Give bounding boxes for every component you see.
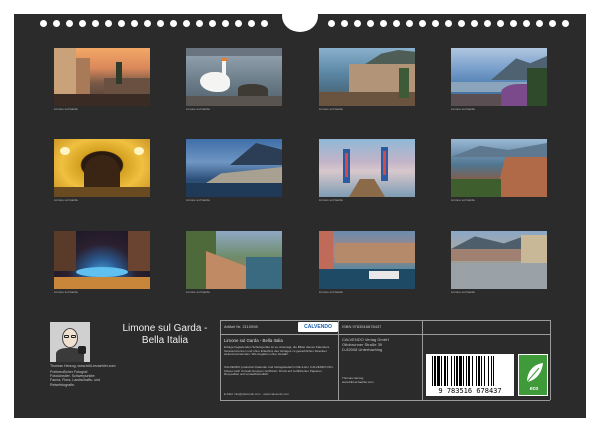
binding-hole bbox=[393, 20, 400, 27]
month-caption: Limone sul Garda bbox=[319, 290, 343, 294]
photographer-name-url: Thomas Herzog, www.bild-erzaehler.com bbox=[50, 364, 116, 368]
eco-badge: eco bbox=[518, 354, 548, 396]
spiral-binding bbox=[14, 0, 586, 32]
binding-hole bbox=[367, 20, 374, 27]
binding-hole bbox=[196, 20, 203, 27]
panel-top-border bbox=[220, 320, 550, 321]
month-thumbnail bbox=[319, 231, 415, 289]
panel-col-divider bbox=[422, 320, 423, 400]
binding-hole bbox=[510, 20, 517, 27]
binding-hole bbox=[523, 20, 530, 27]
binding-hole bbox=[484, 20, 491, 27]
binding-hole bbox=[354, 20, 361, 27]
binding-hole bbox=[222, 20, 229, 27]
month-caption: Limone sul Garda bbox=[451, 107, 475, 111]
barcode-number: 9 783516 678437 bbox=[438, 387, 502, 395]
binding-hole bbox=[419, 20, 426, 27]
binding-hole bbox=[118, 20, 125, 27]
month-thumbnail bbox=[451, 48, 547, 106]
binding-hole bbox=[92, 20, 99, 27]
month-thumbnail bbox=[54, 139, 150, 197]
panel-right-border bbox=[550, 320, 551, 400]
month-caption: Limone sul Garda bbox=[54, 290, 78, 294]
binding-hole bbox=[406, 20, 413, 27]
binding-hole bbox=[328, 20, 335, 27]
month-caption: Limone sul Garda bbox=[54, 198, 78, 202]
panel-bottom-border bbox=[220, 400, 550, 401]
month-caption: Limone sul Garda bbox=[451, 290, 475, 294]
panel-row-divider bbox=[220, 334, 550, 335]
binding-hole bbox=[562, 20, 569, 27]
binding-hole bbox=[157, 20, 164, 27]
binding-hole bbox=[40, 20, 47, 27]
binding-hole bbox=[144, 20, 151, 27]
binding-hole bbox=[471, 20, 478, 27]
publisher-city: D-82008 Unterhaching bbox=[342, 347, 383, 352]
binding-hole bbox=[105, 20, 112, 27]
month-thumbnail bbox=[451, 231, 547, 289]
month-thumbnail bbox=[186, 139, 282, 197]
binding-hole bbox=[549, 20, 556, 27]
binding-hole bbox=[53, 20, 60, 27]
barcode-bars bbox=[432, 356, 494, 386]
month-thumbnail bbox=[451, 139, 547, 197]
contact-email: E-Mail: info@calvendo.com · www.calvendo… bbox=[224, 392, 289, 396]
binding-hole bbox=[79, 20, 86, 27]
panel-title: Limone sul Garda - Bella Italia bbox=[224, 338, 283, 343]
binding-hole bbox=[66, 20, 73, 27]
photographer-bio: Freiberuflicher Fotograf. Fotokünstler. … bbox=[50, 370, 100, 387]
binding-hole bbox=[248, 20, 255, 27]
photographer-portrait bbox=[50, 322, 90, 362]
binding-hole bbox=[380, 20, 387, 27]
month-caption: Limone sul Garda bbox=[186, 198, 210, 202]
month-caption: Limone sul Garda bbox=[451, 198, 475, 202]
hanger-cutout bbox=[282, 0, 318, 32]
binding-hole bbox=[261, 20, 268, 27]
article-number: Artikel Nr. 2110098 bbox=[224, 324, 258, 329]
month-thumbnail bbox=[186, 48, 282, 106]
month-caption: Limone sul Garda bbox=[186, 107, 210, 111]
month-thumbnail bbox=[319, 139, 415, 197]
binding-hole bbox=[536, 20, 543, 27]
month-thumbnail bbox=[54, 231, 150, 289]
panel-col-divider bbox=[338, 320, 339, 400]
panel-legal: CALVENDO produziert Kalender und Verlags… bbox=[224, 365, 334, 377]
month-thumbnail bbox=[54, 48, 150, 106]
calvendo-logo: CALVENDO bbox=[298, 322, 338, 332]
barcode: 9 783516 678437 bbox=[426, 354, 514, 396]
month-caption: Limone sul Garda bbox=[186, 290, 210, 294]
binding-hole bbox=[445, 20, 452, 27]
month-caption: Limone sul Garda bbox=[319, 198, 343, 202]
leaf-icon bbox=[526, 363, 543, 383]
binding-hole bbox=[432, 20, 439, 27]
eco-label: eco bbox=[529, 386, 539, 392]
binding-hole bbox=[341, 20, 348, 27]
binding-hole bbox=[497, 20, 504, 27]
calendar-title: Limone sul Garda - Bella Italia bbox=[122, 323, 208, 346]
month-thumbnail bbox=[319, 48, 415, 106]
binding-hole bbox=[183, 20, 190, 27]
binding-hole bbox=[170, 20, 177, 27]
month-caption: Limone sul Garda bbox=[54, 107, 78, 111]
isbn: ISBN 9783516678437 bbox=[342, 324, 382, 329]
photographer-website: www.bild-erzaehler.com bbox=[342, 380, 374, 384]
month-caption: Limone sul Garda bbox=[319, 107, 343, 111]
panel-description: Erfolge begleitenden Schutzgeräte ist es… bbox=[224, 345, 330, 357]
calendar-back-cover: Limone sul Garda Limone sul Garda Limone… bbox=[14, 0, 586, 418]
month-thumbnail bbox=[186, 231, 282, 289]
binding-hole bbox=[131, 20, 138, 27]
binding-hole bbox=[458, 20, 465, 27]
binding-hole bbox=[235, 20, 242, 27]
binding-hole bbox=[209, 20, 216, 27]
panel-left-border bbox=[220, 320, 221, 400]
